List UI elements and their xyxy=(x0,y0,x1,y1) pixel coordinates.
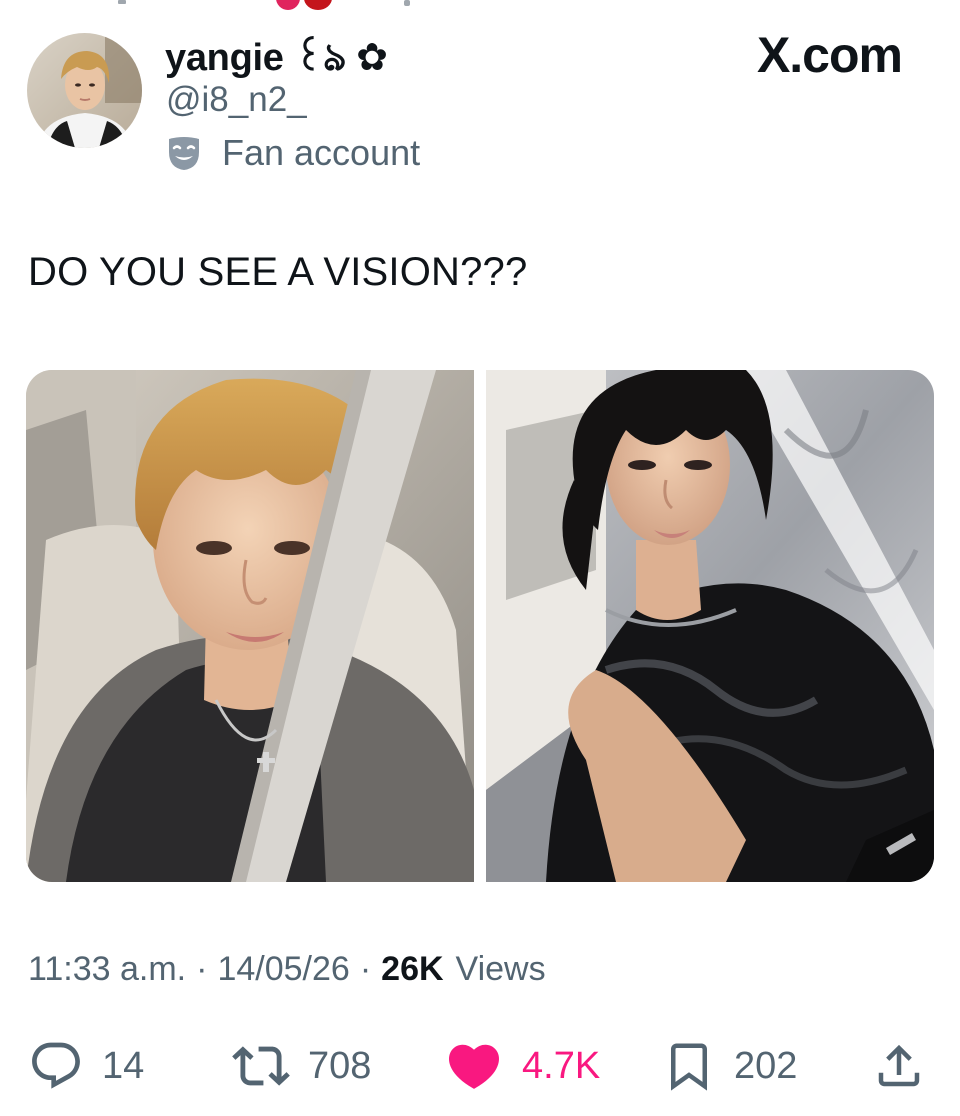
tweet-header: yangie ꒰ঌ ✿ @i8_n2_ Fan account X.com xyxy=(0,0,960,200)
media-photo-mirror-selfie[interactable] xyxy=(486,370,934,882)
retweet-count: 708 xyxy=(308,1044,372,1087)
user-handle[interactable]: @i8_n2_ xyxy=(166,80,307,120)
like-count: 4.7K xyxy=(522,1044,601,1087)
views-label: Views xyxy=(455,950,546,988)
views-count: 26K xyxy=(381,950,444,988)
avatar[interactable] xyxy=(27,33,142,148)
retweet-icon xyxy=(232,1046,290,1086)
media-grid xyxy=(26,370,934,882)
meta-separator: · xyxy=(359,950,372,988)
heart-icon xyxy=(448,1044,500,1089)
bookmark-count: 202 xyxy=(734,1044,798,1087)
share-icon xyxy=(878,1044,920,1087)
reply-icon xyxy=(32,1042,80,1089)
fan-account-badge: Fan account xyxy=(166,132,420,174)
media-photo-car-selfie[interactable] xyxy=(26,370,474,882)
tweet-text: DO YOU SEE A VISION??? xyxy=(28,250,528,294)
tweet-time[interactable]: 11:33 a.m. xyxy=(28,950,186,989)
bookmark-icon xyxy=(671,1043,707,1091)
theater-mask-icon xyxy=(169,137,199,170)
tweet-date[interactable]: 14/05/26 xyxy=(217,950,349,989)
like-button[interactable]: 4.7K xyxy=(444,1034,600,1098)
meta-separator: · xyxy=(196,950,208,988)
reply-count: 14 xyxy=(102,1044,145,1087)
tweet-actions: 14 708 4.7K 202 xyxy=(0,1034,960,1098)
fan-account-label: Fan account xyxy=(222,132,421,173)
bookmark-button[interactable]: 202 xyxy=(662,1034,797,1098)
tweet-meta: 11:33 a.m. · 14/05/26 · 26K Views xyxy=(28,950,546,989)
share-button[interactable] xyxy=(872,1034,926,1098)
reply-button[interactable]: 14 xyxy=(28,1034,144,1098)
retweet-button[interactable]: 708 xyxy=(232,1034,371,1098)
brand-watermark: X.com xyxy=(756,27,903,83)
